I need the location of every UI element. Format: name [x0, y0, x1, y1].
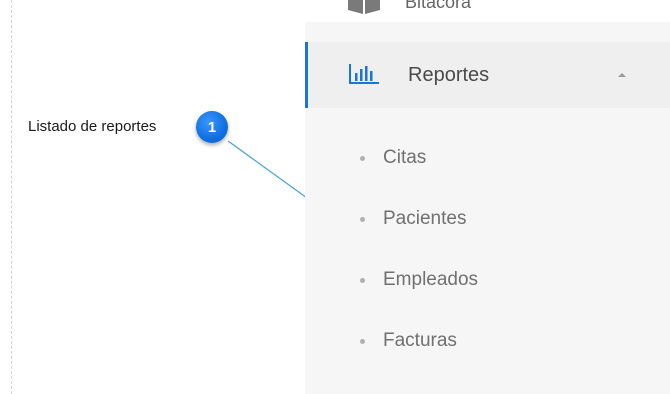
sidebar-item-label: Bitácora	[405, 0, 472, 12]
submenu-item-label: Citas	[383, 147, 427, 168]
submenu-item-label: Empleados	[383, 269, 479, 290]
sidebar-menu: Bitácora Reportes Citas Pacientes Emplea…	[305, 0, 670, 394]
bar-chart-icon	[349, 63, 379, 90]
callout-label: Listado de reportes	[28, 118, 157, 135]
sidebar-item-reportes[interactable]: Reportes	[305, 42, 670, 108]
callout-number-badge: 1	[196, 111, 228, 143]
chevron-up-icon[interactable]	[618, 73, 626, 77]
bullet-dot-icon	[360, 156, 365, 161]
book-icon	[347, 0, 381, 21]
bullet-dot-icon	[360, 339, 365, 344]
submenu-item-label: Pacientes	[383, 208, 467, 229]
sidebar-item-label: Reportes	[408, 64, 490, 86]
bullet-dot-icon	[360, 278, 365, 283]
submenu-item-label: Facturas	[383, 330, 457, 351]
sidebar-item-bitacora[interactable]: Bitácora	[305, 0, 670, 22]
bullet-dot-icon	[360, 217, 365, 222]
